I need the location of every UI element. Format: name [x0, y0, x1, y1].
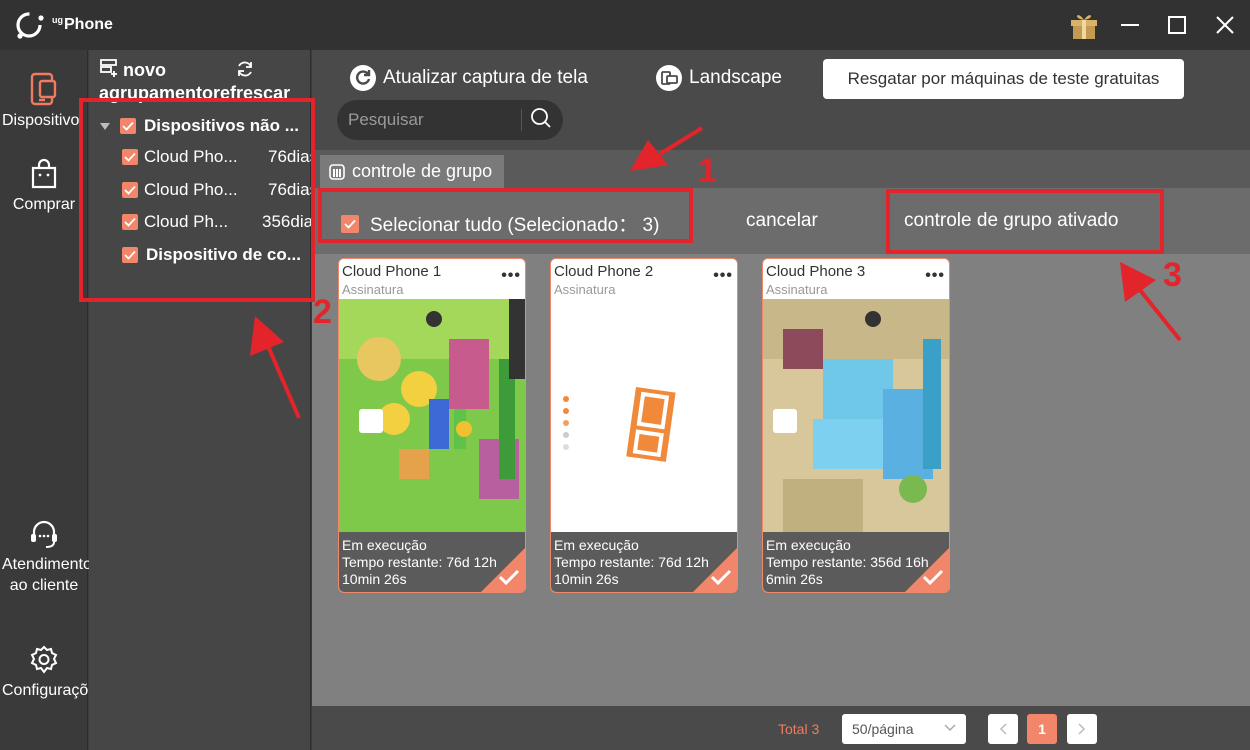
- free-trial-button[interactable]: Resgatar por máquinas de teste gratuitas: [823, 59, 1184, 99]
- app-logo-icon: [16, 12, 44, 39]
- page-size-value: 50/página: [852, 721, 914, 737]
- cancel-button[interactable]: cancelar: [746, 210, 818, 232]
- nav-settings[interactable]: Configurações: [0, 644, 106, 701]
- page-button-current[interactable]: 1: [1027, 714, 1057, 744]
- prev-page-button[interactable]: [988, 714, 1018, 744]
- phone-icon: [30, 72, 57, 106]
- minimize-icon[interactable]: [1113, 8, 1147, 42]
- gear-icon: [30, 645, 58, 674]
- card-subtitle: Assinatura: [766, 282, 828, 297]
- chevron-right-icon: [1078, 723, 1086, 735]
- card-header: Cloud Phone 3 Assinatura •••: [763, 259, 949, 299]
- more-options-icon[interactable]: •••: [501, 267, 521, 285]
- close-icon[interactable]: [1208, 8, 1242, 42]
- nav-settings-label: Configurações: [2, 682, 106, 699]
- annotation-number-3: 3: [1163, 256, 1182, 294]
- brand-name: Phone: [64, 16, 113, 33]
- pagination-bar: Total 3 50/página 1: [312, 706, 1250, 750]
- tab-group-control-label: controle de grupo: [352, 161, 493, 181]
- group-control-icon: [329, 163, 345, 180]
- landscape-icon: [656, 65, 682, 91]
- card-title: Cloud Phone 1: [342, 263, 442, 280]
- annotation-box-2: [79, 98, 315, 302]
- card-title: Cloud Phone 2: [554, 263, 654, 280]
- tab-bar: controle de grupo: [312, 150, 1250, 188]
- new-group-icon[interactable]: [99, 58, 119, 83]
- total-count: Total 3: [778, 721, 820, 737]
- card-subtitle: Assinatura: [342, 282, 404, 297]
- card-header: Cloud Phone 1 Assinatura •••: [339, 259, 525, 299]
- search-icon[interactable]: [530, 107, 552, 134]
- phone-screen-thumbnail[interactable]: [763, 299, 949, 532]
- phone-screen-thumbnail[interactable]: [551, 299, 737, 532]
- more-options-icon[interactable]: •••: [925, 267, 945, 285]
- chevron-left-icon: [999, 723, 1007, 735]
- left-nav: Dispositivo Comprar Atendimento ao clien…: [0, 50, 106, 750]
- landscape-label: Landscape: [689, 67, 782, 88]
- card-subtitle: Assinatura: [554, 282, 616, 297]
- gift-icon[interactable]: [1067, 8, 1101, 42]
- cloud-phone-card[interactable]: Cloud Phone 3 Assinatura ••• Em execução…: [762, 258, 950, 593]
- search-input[interactable]: [348, 110, 518, 130]
- headset-icon: [31, 520, 57, 548]
- refresh-capture-button[interactable]: Atualizar captura de tela: [349, 65, 588, 91]
- annotation-number-1: 1: [698, 152, 717, 190]
- search-divider: [521, 109, 522, 131]
- chevron-down-icon: [944, 724, 956, 732]
- big-games-logo-icon: [563, 387, 676, 462]
- nav-devices[interactable]: Dispositivo: [0, 72, 88, 131]
- brand-prefix: ug: [52, 15, 63, 25]
- landscape-button[interactable]: Landscape: [655, 65, 782, 91]
- toolbar: Atualizar captura de tela Landscape Resg…: [312, 50, 1250, 150]
- capture-refresh-icon: [350, 65, 376, 91]
- annotation-number-2: 2: [313, 293, 332, 331]
- cloud-phone-card[interactable]: Cloud Phone 2 Assinatura ••• Em execução…: [550, 258, 738, 593]
- next-page-button[interactable]: [1067, 714, 1097, 744]
- maximize-icon[interactable]: [1160, 8, 1194, 42]
- search-box: [337, 100, 563, 140]
- card-title: Cloud Phone 3: [766, 263, 866, 280]
- more-options-icon[interactable]: •••: [713, 267, 733, 285]
- page-size-select[interactable]: 50/página: [842, 714, 966, 744]
- app-brand: ugPhone: [52, 15, 113, 34]
- nav-support-label: Atendimento ao cliente: [2, 556, 92, 594]
- tab-group-control[interactable]: controle de grupo: [320, 155, 505, 188]
- refresh-icon[interactable]: [235, 59, 255, 84]
- refresh-capture-label: Atualizar captura de tela: [383, 67, 588, 88]
- annotation-box-3: [886, 189, 1164, 254]
- nav-support[interactable]: Atendimento ao cliente: [0, 518, 92, 596]
- nav-devices-label: Dispositivo: [2, 112, 80, 129]
- check-icon: [498, 569, 520, 586]
- cloud-phone-card[interactable]: Cloud Phone 1 Assinatura ••• Em execução…: [338, 258, 526, 593]
- shopping-bag-icon: [31, 158, 57, 189]
- annotation-box-1: [318, 188, 693, 243]
- nav-buy[interactable]: Comprar: [0, 158, 88, 215]
- check-icon: [922, 569, 944, 586]
- check-icon: [710, 569, 732, 586]
- nav-buy-label: Comprar: [12, 196, 76, 213]
- phone-screen-thumbnail[interactable]: [339, 299, 525, 532]
- card-header: Cloud Phone 2 Assinatura •••: [551, 259, 737, 299]
- title-bar: ugPhone: [0, 0, 1250, 50]
